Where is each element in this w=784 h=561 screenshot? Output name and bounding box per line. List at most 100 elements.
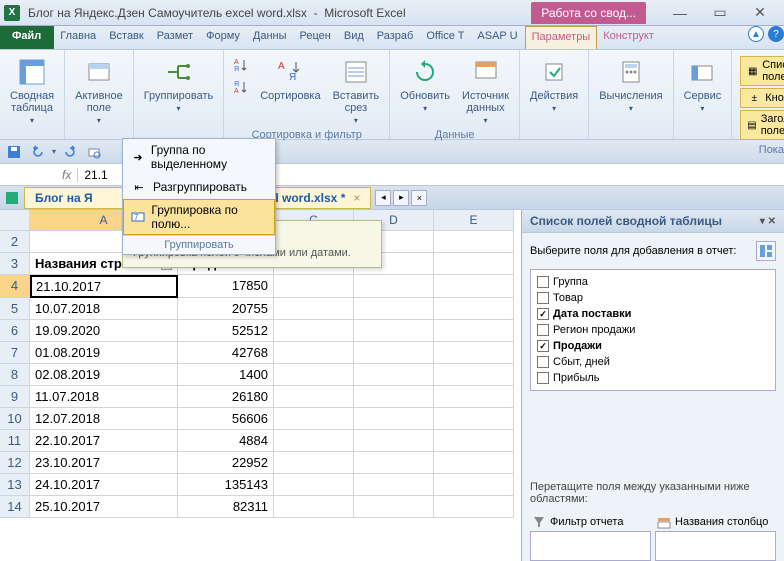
cell[interactable]	[434, 275, 514, 298]
cell[interactable]	[274, 320, 354, 342]
cell[interactable]	[274, 474, 354, 496]
redo-button[interactable]	[60, 142, 80, 162]
cell[interactable]: 52512	[178, 320, 274, 342]
cell[interactable]	[354, 275, 434, 298]
cell[interactable]	[354, 364, 434, 386]
sort-button[interactable]: АЯ Сортировка	[256, 54, 324, 104]
row-header[interactable]: 8	[0, 364, 30, 386]
cell[interactable]	[354, 298, 434, 320]
calculations-button[interactable]: Вычисления▾	[595, 54, 666, 115]
filter-drop-zone[interactable]	[530, 531, 651, 561]
tab-next-button[interactable]: ▸	[393, 190, 409, 206]
row-header[interactable]: 13	[0, 474, 30, 496]
tab-pivot-options[interactable]: Параметры	[525, 26, 598, 49]
cell[interactable]: 17850	[178, 275, 274, 298]
cell[interactable]	[434, 386, 514, 408]
active-cell[interactable]: 21.10.2017	[30, 275, 178, 298]
checkbox[interactable]	[537, 292, 549, 304]
undo-button[interactable]	[28, 142, 48, 162]
cell[interactable]	[354, 452, 434, 474]
group-by-field-item[interactable]: 7 Группировка по полю...	[123, 199, 275, 235]
field-item[interactable]: ✓Дата поставки	[535, 306, 771, 322]
checkbox[interactable]: ✓	[537, 308, 549, 320]
cell[interactable]	[354, 320, 434, 342]
help-icon[interactable]: ?	[768, 26, 784, 42]
row-header[interactable]: 5	[0, 298, 30, 320]
cell[interactable]	[274, 342, 354, 364]
ribbon-pin-icon[interactable]: ▲	[748, 26, 764, 42]
cell[interactable]	[354, 342, 434, 364]
tab-view[interactable]: Вид	[338, 26, 371, 49]
cell[interactable]	[434, 408, 514, 430]
checkbox[interactable]	[537, 356, 549, 368]
task-pane-menu-icon[interactable]: ▾ ✕	[760, 216, 776, 227]
field-item[interactable]: Группа	[535, 274, 771, 290]
pivot-table-button[interactable]: Сводная таблица▾	[6, 54, 58, 127]
cell[interactable]	[354, 430, 434, 452]
actions-button[interactable]: Действия▾	[526, 54, 582, 115]
tab-layout[interactable]: Размет	[151, 26, 200, 49]
cell[interactable]	[274, 298, 354, 320]
tab-close-button[interactable]: ×	[411, 190, 427, 206]
cell[interactable]: 42768	[178, 342, 274, 364]
group-button[interactable]: Группировать▾	[140, 54, 218, 115]
active-field-button[interactable]: Активное поле▾	[71, 54, 127, 127]
cell[interactable]	[434, 430, 514, 452]
row-header[interactable]: 11	[0, 430, 30, 452]
tab-data[interactable]: Данны	[247, 26, 294, 49]
cell[interactable]: 4884	[178, 430, 274, 452]
cell[interactable]	[434, 496, 514, 518]
insert-slicer-button[interactable]: Вставить срез▾	[329, 54, 384, 127]
cell[interactable]: 56606	[178, 408, 274, 430]
tab-pivot-design[interactable]: Конструкт	[597, 26, 661, 49]
tab-office[interactable]: Office T	[420, 26, 471, 49]
columns-drop-zone[interactable]	[655, 531, 776, 561]
row-header[interactable]: 14	[0, 496, 30, 518]
group-by-selection-item[interactable]: ➜ Группа по выделенному	[123, 139, 275, 175]
cell[interactable]: 82311	[178, 496, 274, 518]
row-header[interactable]: 12	[0, 452, 30, 474]
select-all-corner[interactable]	[0, 210, 30, 231]
col-header-e[interactable]: E	[434, 210, 514, 231]
refresh-button[interactable]: Обновить▾	[396, 54, 454, 115]
close-tab-icon[interactable]: ×	[353, 191, 360, 205]
cell[interactable]: 01.08.2019	[30, 342, 178, 364]
cell[interactable]: 12.07.2018	[30, 408, 178, 430]
cell[interactable]: 10.07.2018	[30, 298, 178, 320]
cell[interactable]	[354, 474, 434, 496]
cell[interactable]	[274, 386, 354, 408]
formula-value[interactable]: 21.1	[78, 168, 113, 182]
cell[interactable]	[434, 231, 514, 253]
cell[interactable]	[434, 342, 514, 364]
row-header[interactable]: 7	[0, 342, 30, 364]
print-preview-button[interactable]	[84, 142, 104, 162]
layout-options-button[interactable]	[756, 241, 776, 261]
cell[interactable]	[274, 430, 354, 452]
cell[interactable]: 135143	[178, 474, 274, 496]
cell[interactable]: 22952	[178, 452, 274, 474]
minimize-button[interactable]: —	[666, 5, 694, 21]
tab-asap[interactable]: ASAP U	[471, 26, 524, 49]
field-item[interactable]: ✓Продажи	[535, 338, 771, 354]
tab-developer[interactable]: Разраб	[371, 26, 421, 49]
tab-review[interactable]: Рецен	[294, 26, 338, 49]
field-item[interactable]: Прибыль	[535, 370, 771, 386]
field-item[interactable]: Регион продажи	[535, 322, 771, 338]
cell[interactable]	[434, 253, 514, 275]
service-button[interactable]: Сервис▾	[680, 54, 726, 115]
cell[interactable]: 19.09.2020	[30, 320, 178, 342]
cell[interactable]: 20755	[178, 298, 274, 320]
cell[interactable]: 25.10.2017	[30, 496, 178, 518]
data-source-button[interactable]: Источник данных▾	[458, 54, 513, 127]
cell[interactable]	[434, 298, 514, 320]
checkbox[interactable]: ✓	[537, 340, 549, 352]
maximize-button[interactable]: ▭	[706, 5, 734, 21]
cell[interactable]	[434, 320, 514, 342]
cell[interactable]	[354, 408, 434, 430]
save-button[interactable]	[4, 142, 24, 162]
undo-dropdown[interactable]: ▾	[52, 147, 56, 156]
cell[interactable]	[434, 364, 514, 386]
tab-prev-button[interactable]: ◂	[375, 190, 391, 206]
row-header[interactable]: 6	[0, 320, 30, 342]
cell[interactable]	[274, 452, 354, 474]
